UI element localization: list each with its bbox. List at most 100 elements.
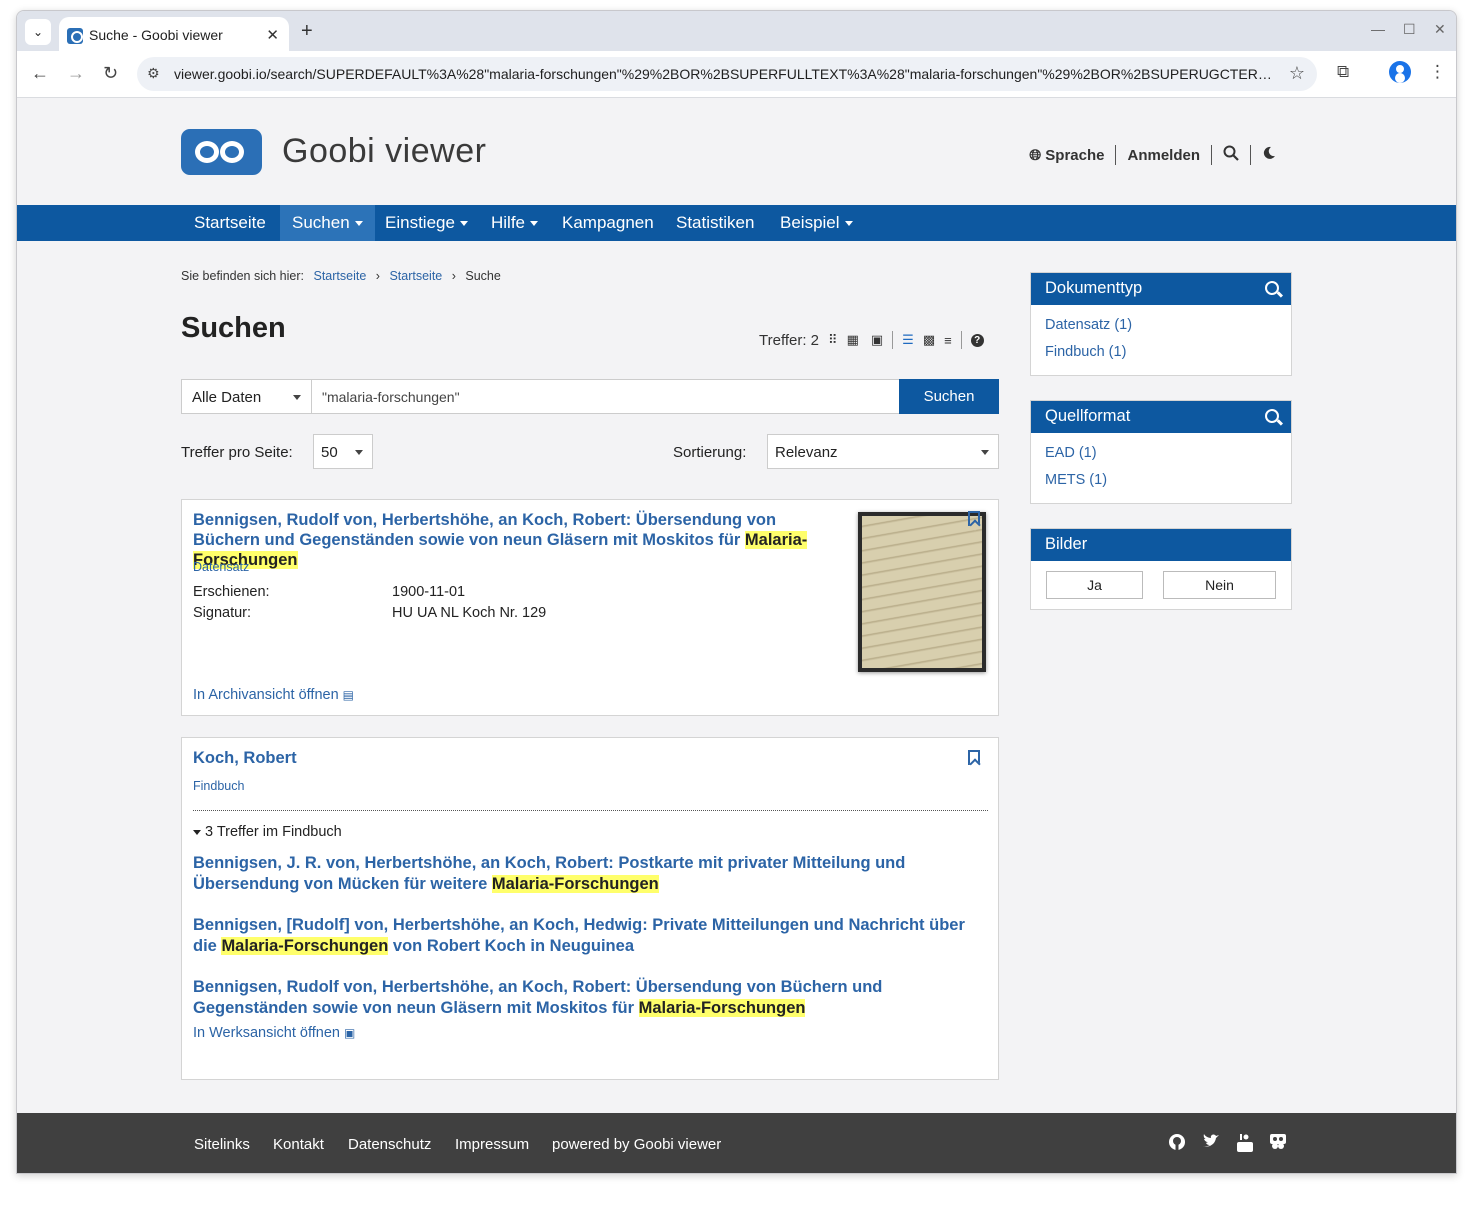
table-export-icon[interactable]: ▦ [847,332,859,348]
forward-icon[interactable]: → [67,63,85,84]
dark-mode-icon[interactable] [1262,146,1276,164]
window-close-icon[interactable]: ✕ [1434,21,1446,38]
result-title-link[interactable]: Bennigsen, Rudolf von, Herbertshöhe, an … [193,510,833,570]
profile-avatar-icon[interactable] [1389,61,1411,83]
language-link[interactable]: Sprache [1045,147,1104,164]
facet-item[interactable]: Findbuch (1) [1045,344,1277,371]
breadcrumb-separator: › [451,269,456,283]
back-icon[interactable]: ← [31,63,49,84]
nav-label: Einstiege [385,213,455,232]
footer-link-impressum[interactable]: Impressum [455,1136,529,1153]
nav-einstiege[interactable]: Einstiege [373,205,480,241]
hit-count: Treffer: 2 [759,331,820,349]
divider [892,331,894,349]
findbuch-hits-toggle[interactable]: 3 Treffer im Findbuch [193,824,342,840]
highlight: Malaria-Forschungen [221,937,389,955]
footer: Sitelinks Kontakt Datenschutz Impressum … [17,1113,1456,1173]
nav-kampagnen[interactable]: Kampagnen [550,205,666,241]
footer-link-powered-by[interactable]: powered by Goobi viewer [552,1136,721,1153]
globe-icon: 🌐︎ [1029,146,1042,164]
result-title-link[interactable]: Koch, Robert [193,748,297,768]
slideshare-icon[interactable] [1268,1133,1287,1152]
images-no-button[interactable]: Nein [1163,571,1276,599]
result-options: Treffer pro Seite: 50 Sortierung: Releva… [181,434,999,470]
maximize-icon[interactable]: ☐ [1403,21,1416,38]
link-text: In Werksansicht öffnen [193,1025,340,1041]
rss-icon[interactable]: ⠿ [828,332,838,348]
bookmark-star-icon[interactable]: ☆ [1289,63,1305,84]
highlight: Malaria-Forschungen [638,999,806,1017]
compact-view-icon[interactable]: ≡ [944,333,952,348]
breadcrumb-link[interactable]: Startseite [389,269,442,283]
footer-link-kontakt[interactable]: Kontakt [273,1136,324,1153]
metadata-value: HU UA NL Koch Nr. 129 [392,605,547,621]
browser-menu-icon[interactable]: ⋮ [1429,62,1446,82]
nav-label: Hilfe [491,213,526,232]
footer-link-sitelinks[interactable]: Sitelinks [194,1136,250,1153]
title-text: Bennigsen, Rudolf von, Herbertshöhe, an … [193,511,777,549]
open-work-view-link[interactable]: In Werksansicht öffnen ▣ [193,1025,355,1041]
help-icon[interactable]: ? [970,333,984,347]
nav-label: Suchen [292,213,350,232]
sub-hit-link[interactable]: Bennigsen, J. R. von, Herbertshöhe, an K… [193,853,988,895]
facet-header: Bilder [1031,529,1291,561]
sort-select[interactable]: Relevanz [767,434,999,469]
nav-beispiel[interactable]: Beispiel [768,205,865,241]
facet-title: Bilder [1045,535,1088,553]
open-archive-view-link[interactable]: In Archivansicht öffnen ▤ [193,687,354,703]
nav-hilfe[interactable]: Hilfe [479,205,550,241]
nav-startseite[interactable]: Startseite [182,205,278,241]
per-page-select[interactable]: 50 [313,434,373,469]
login-link[interactable]: Anmelden [1127,147,1200,164]
search-button[interactable]: Suchen [899,379,999,414]
nav-statistiken[interactable]: Statistiken [664,205,766,241]
browser-tab[interactable]: Suche - Goobi viewer ✕ [59,17,289,51]
sub-hit-link[interactable]: Bennigsen, [Rudolf] von, Herbertshöhe, a… [193,915,988,957]
twitter-icon[interactable] [1201,1133,1220,1152]
new-tab-icon[interactable]: + [301,20,313,43]
images-yes-button[interactable]: Ja [1046,571,1143,599]
facet-item[interactable]: EAD (1) [1045,445,1277,472]
highlight: Malaria-Forschungen [491,875,659,893]
bookmark-icon[interactable] [968,750,980,765]
image-icon[interactable]: ▣ [871,332,883,348]
tab-title: Suche - Goobi viewer [89,27,223,43]
minimize-icon[interactable]: — [1371,21,1385,37]
facet-item[interactable]: Datensatz (1) [1045,317,1277,344]
metadata-key: Erschienen: [193,584,270,600]
search-scope-select[interactable]: Alle Daten [181,379,312,414]
tab-search-dropdown-icon[interactable]: ⌄ [25,19,51,45]
toggle-label: 3 Treffer im Findbuch [205,824,342,840]
brand-name[interactable]: Goobi viewer [282,132,486,171]
grid-view-icon[interactable]: ▩ [923,332,935,348]
youtube-icon[interactable] [1235,1133,1254,1152]
search-icon[interactable] [1265,281,1279,295]
site-info-icon[interactable]: ⚙ [147,65,160,82]
sub-hit-link[interactable]: Bennigsen, Rudolf von, Herbertshöhe, an … [193,977,988,1019]
breadcrumb-current: Suche [465,269,501,283]
facet-item[interactable]: METS (1) [1045,472,1277,499]
goobi-logo-icon[interactable] [181,129,262,175]
query-text: "malaria-forschungen" [322,389,460,405]
result-thumbnail[interactable] [858,512,986,672]
close-tab-icon[interactable]: ✕ [266,26,279,44]
footer-link-datenschutz[interactable]: Datenschutz [348,1136,431,1153]
search-icon[interactable] [1265,409,1279,423]
chevron-down-icon [354,221,363,227]
bookmark-icon[interactable] [968,511,980,526]
breadcrumb-link[interactable]: Startseite [313,269,366,283]
nav-label: Beispiel [780,213,840,232]
browser-window: ⌄ Suche - Goobi viewer ✕ + — ☐ ✕ ← → ↻ ⚙… [16,10,1457,1174]
page-title: Suchen [181,312,286,344]
extensions-icon[interactable]: ⧉ [1337,62,1349,82]
facet-title: Quellformat [1045,407,1131,425]
per-page-label: Treffer pro Seite: [181,444,293,461]
result-view-options: Treffer: 2 ⠿ ▦ ▣ ☰ ▩ ≡ ? [759,331,984,349]
reload-icon[interactable]: ↻ [103,63,118,84]
github-icon[interactable] [1167,1133,1186,1152]
search-icon[interactable] [1223,145,1239,165]
nav-suchen[interactable]: Suchen [280,205,375,241]
list-view-icon[interactable]: ☰ [902,332,914,348]
search-input[interactable]: "malaria-forschungen" [311,379,900,414]
address-bar[interactable]: ⚙ viewer.goobi.io/search/SUPERDEFAULT%3A… [137,57,1317,91]
